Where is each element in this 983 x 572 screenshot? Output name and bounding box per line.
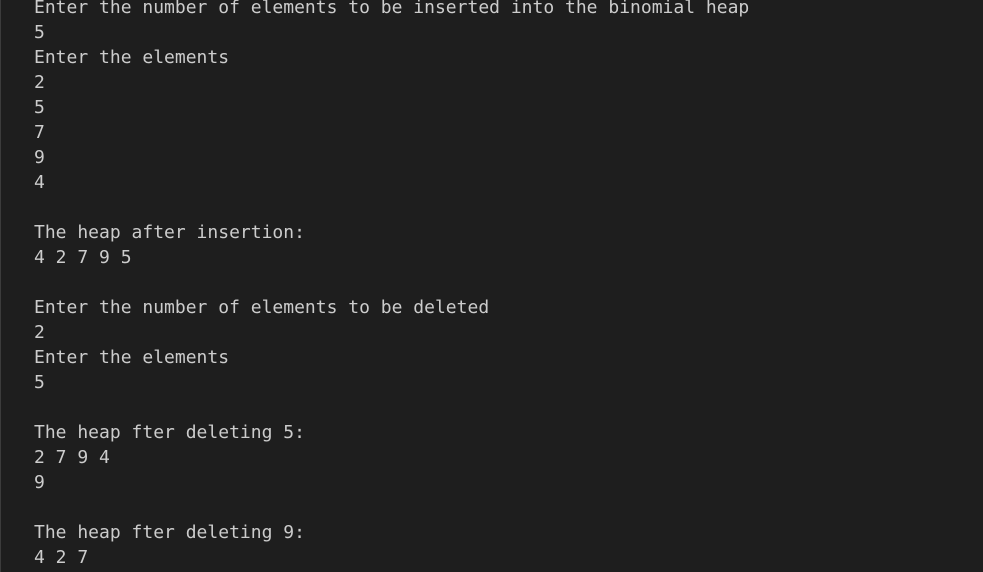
output-line-heap-values: 4 2 7	[34, 547, 89, 568]
output-line-input: 7	[34, 122, 45, 143]
output-line-input: 2	[34, 322, 45, 343]
output-line-blank	[34, 395, 749, 420]
output-line-input: 5	[34, 372, 45, 393]
output-line-input: 2	[34, 72, 45, 93]
output-line-prompt-elements: Enter the elements	[34, 347, 230, 368]
output-line-input: 5	[34, 97, 45, 118]
output-line-prompt-insert-count: Enter the number of elements to be inser…	[34, 0, 750, 18]
output-line-input: 5	[34, 22, 45, 43]
output-line-prompt-delete-count: Enter the number of elements to be delet…	[34, 297, 490, 318]
output-line-blank	[34, 270, 749, 295]
output-line-prompt-elements: Enter the elements	[34, 47, 230, 68]
terminal-output: Enter the number of elements to be inser…	[34, 0, 749, 570]
output-line-input: 9	[34, 472, 45, 493]
output-line-blank	[34, 495, 749, 520]
output-line-heap-values: 4 2 7 9 5	[34, 247, 132, 268]
output-line-input: 4	[34, 172, 45, 193]
terminal-panel[interactable]: Enter the number of elements to be inser…	[0, 0, 983, 572]
output-line-heading: The heap after insertion:	[34, 222, 305, 243]
output-line-heap-values: 2 7 9 4	[34, 447, 110, 468]
output-line-blank	[34, 195, 749, 220]
output-line-heading: The heap fter deleting 9:	[34, 522, 305, 543]
output-line-input: 9	[34, 147, 45, 168]
output-line-heading: The heap fter deleting 5:	[34, 422, 305, 443]
